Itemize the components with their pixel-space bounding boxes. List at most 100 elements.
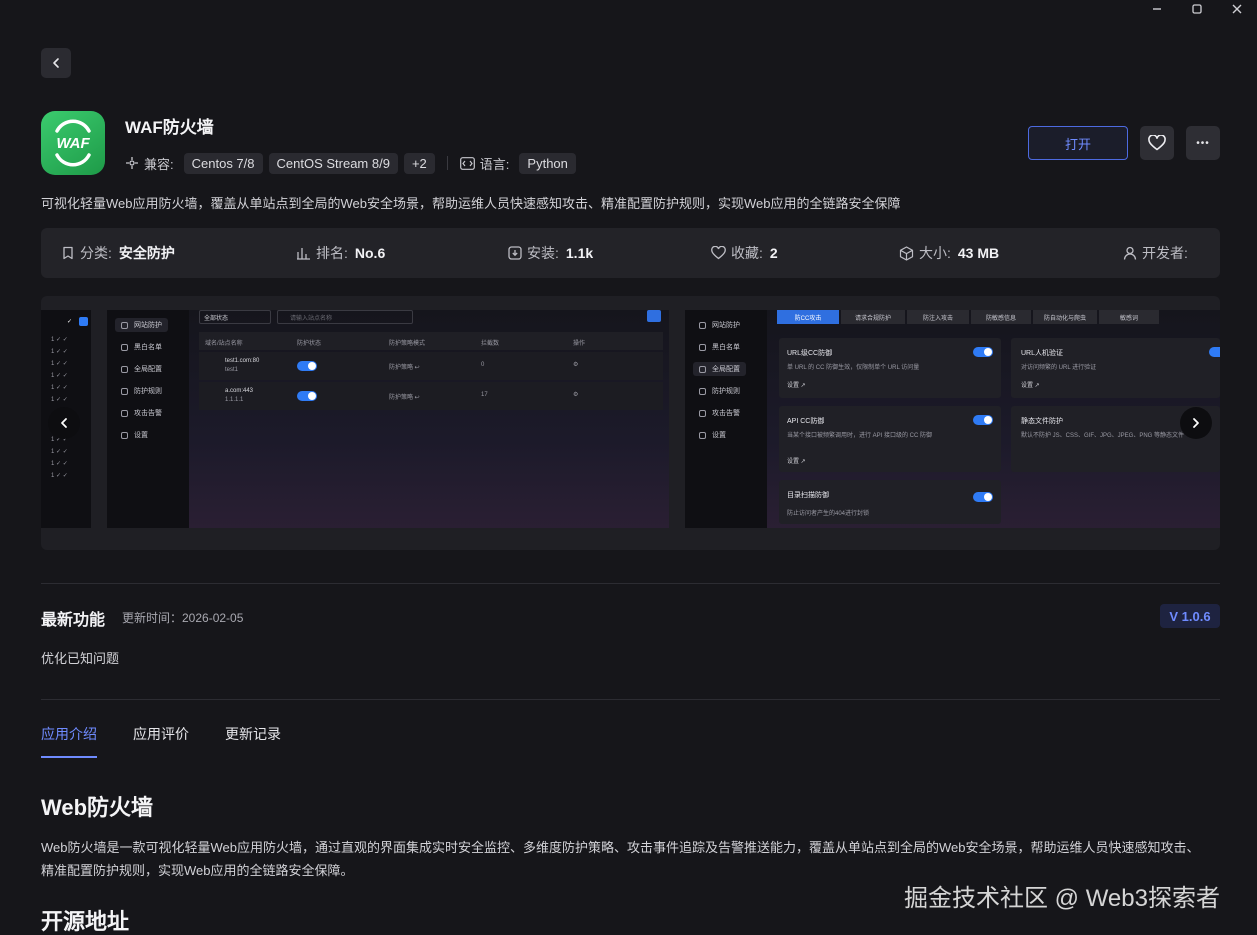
mini-row: 1 ✓ ✓ — [51, 449, 68, 455]
open-button[interactable]: 打开 — [1028, 126, 1128, 160]
minimize-button[interactable] — [1137, 0, 1177, 18]
mini-th: 拦截数 — [481, 341, 500, 347]
mini-toggle — [973, 347, 993, 357]
stat-install: 安装: 1.1k — [508, 228, 593, 278]
mini-tab: 防注入攻击 — [907, 310, 969, 324]
stat-size: 大小: 43 MB — [899, 228, 999, 278]
screenshot-sites: 网站防护 黑白名单 全局配置 防护规则 攻击告警 设置 全部状态 请输入站点名称… — [107, 310, 669, 528]
mini-card-title: URL人机验证 — [1021, 350, 1064, 357]
gallery-next-button[interactable] — [1180, 407, 1212, 439]
stat-rank: 排名: No.6 — [296, 228, 385, 278]
mini-card-link: 设置 ↗ — [787, 383, 806, 389]
mini-row — [199, 382, 663, 410]
chevron-left-icon — [61, 418, 67, 428]
compat-chip: CentOS Stream 8/9 — [268, 152, 398, 174]
mini-filter-label: 全部状态 — [204, 316, 229, 322]
mini-domain: test1.com:80 — [225, 358, 260, 364]
more-button[interactable]: ••• — [1186, 126, 1220, 160]
app-title: WAF防火墙 — [125, 118, 214, 137]
user-icon — [1123, 246, 1137, 260]
tab-changelog[interactable]: 更新记录 — [225, 724, 281, 758]
stat-developer: 开发者: — [1123, 228, 1188, 278]
mini-th: 操作 — [573, 341, 586, 347]
mini-row: 1 ✓ ✓ — [51, 461, 68, 467]
mini-card — [779, 480, 1001, 524]
window-controls — [1137, 0, 1257, 18]
intro-paragraph: Web防火墙是一款可视化轻量Web应用防火墙，通过直观的界面集成实时安全监控、多… — [41, 840, 1200, 878]
mini-row: 1 ✓ ✓ — [51, 473, 68, 479]
mini-count: 17 — [481, 392, 488, 398]
mini-checkbox — [79, 317, 88, 326]
mini-menu-item: 防护规则 — [121, 386, 162, 396]
download-icon — [508, 246, 522, 260]
heart-icon — [1148, 135, 1166, 151]
tab-reviews[interactable]: 应用评价 — [133, 724, 189, 758]
chevron-right-icon — [1193, 418, 1199, 428]
mini-action: ⚙ — [573, 392, 579, 398]
back-button[interactable] — [41, 48, 71, 78]
screenshot-global-config: 网站防护 黑白名单 全局配置 防护规则 攻击告警 设置 防CC攻击 请求合规防护… — [685, 310, 1220, 528]
stat-favorites: 收藏: 2 — [711, 228, 778, 278]
mini-sub: test1 — [225, 367, 239, 373]
minimize-icon — [1153, 8, 1161, 10]
compat-label: 兼容: — [125, 154, 174, 173]
mini-card-link: 设置 ↗ — [787, 459, 806, 465]
mini-sidebar: 网站防护 黑白名单 全局配置 防护规则 攻击告警 设置 — [685, 310, 767, 528]
mini-menu-item: 设置 — [699, 430, 726, 440]
mini-card-desc: 单 URL 的 CC 防御生效，仅限制单个 URL 访问量 — [787, 365, 920, 371]
favorite-button[interactable] — [1140, 126, 1174, 160]
mini-refresh-button — [647, 310, 661, 322]
compat-more-chip[interactable]: +2 — [403, 152, 435, 174]
mini-sub: 1.1.1.1 — [225, 397, 244, 403]
mini-toggle — [973, 492, 993, 502]
mini-card-title: URL级CC防御 — [787, 350, 833, 357]
mini-th: 域名/站点名称 — [205, 341, 243, 347]
release-title: 最新功能 — [41, 612, 106, 629]
mini-card-desc: 对访问频繁的 URL 进行验证 — [1021, 365, 1097, 371]
chevron-left-icon — [53, 58, 59, 68]
mini-menu-item: 攻击告警 — [121, 408, 162, 418]
mini-menu-item: 网站防护 — [699, 320, 740, 330]
mini-row: 1 ✓ ✓ — [51, 361, 68, 367]
mini-row: 1 ✓ ✓ — [51, 397, 68, 403]
code-icon — [459, 156, 475, 170]
mini-toggle — [1209, 347, 1220, 357]
mini-menu-item: 防护规则 — [699, 386, 740, 396]
maximize-button[interactable] — [1177, 0, 1217, 18]
mini-menu-item: 设置 — [121, 430, 148, 440]
mini-row: 1 ✓ ✓ — [51, 373, 68, 379]
version-badge: V 1.0.6 — [1160, 604, 1220, 628]
mini-th: 防护状态 — [297, 341, 322, 347]
mini-menu-item: 全局配置 — [693, 362, 746, 376]
app-description: 可视化轻量Web应用防火墙，覆盖从单站点到全局的Web安全场景，帮助运维人员快速… — [41, 196, 901, 211]
close-button[interactable] — [1217, 0, 1257, 18]
mini-card-title: API CC防御 — [787, 418, 825, 425]
mini-table-header — [199, 332, 663, 350]
stat-category[interactable]: 分类: 安全防护 — [61, 228, 175, 278]
mini-action: ⚙ — [573, 362, 579, 368]
mini-toggle — [297, 361, 317, 371]
mini-tab: 防自动化与爬虫 — [1033, 310, 1097, 324]
mini-search-placeholder: 请输入站点名称 — [290, 316, 333, 322]
watermark: 掘金技术社区 @ Web3探索者 — [904, 885, 1220, 912]
screenshot-gallery[interactable]: ✓ 1 ✓ ✓ 1 ✓ ✓ 1 ✓ ✓ 1 ✓ ✓ 1 ✓ ✓ 1 ✓ ✓ 1 … — [41, 296, 1220, 550]
mini-row: 1 ✓ ✓ — [51, 385, 68, 391]
meta-row: 兼容: Centos 7/8 CentOS Stream 8/9 +2 语言: … — [125, 152, 576, 174]
divider — [446, 156, 448, 170]
svg-text:WAF: WAF — [56, 135, 90, 152]
maximize-icon — [1192, 4, 1202, 14]
mini-tab: 请求合规防护 — [841, 310, 905, 324]
divider — [41, 583, 1220, 584]
mini-count: 0 — [481, 362, 485, 368]
mini-card-desc: 防止访问者产生的404进行封锁 — [787, 511, 870, 517]
compat-icon — [126, 157, 138, 169]
mini-menu-item: 黑白名单 — [121, 342, 162, 352]
heart-icon — [711, 246, 726, 260]
mini-card-desc: 当某个接口被频繁调用时，进行 API 接口级的 CC 防御 — [787, 433, 933, 439]
mini-mode: 防护策略 ↩ — [389, 365, 420, 371]
close-icon — [1232, 4, 1242, 14]
more-icon: ••• — [1196, 137, 1210, 149]
tab-intro[interactable]: 应用介绍 — [41, 724, 97, 758]
gallery-prev-button[interactable] — [48, 407, 80, 439]
mini-row: 1 ✓ ✓ — [51, 337, 68, 343]
